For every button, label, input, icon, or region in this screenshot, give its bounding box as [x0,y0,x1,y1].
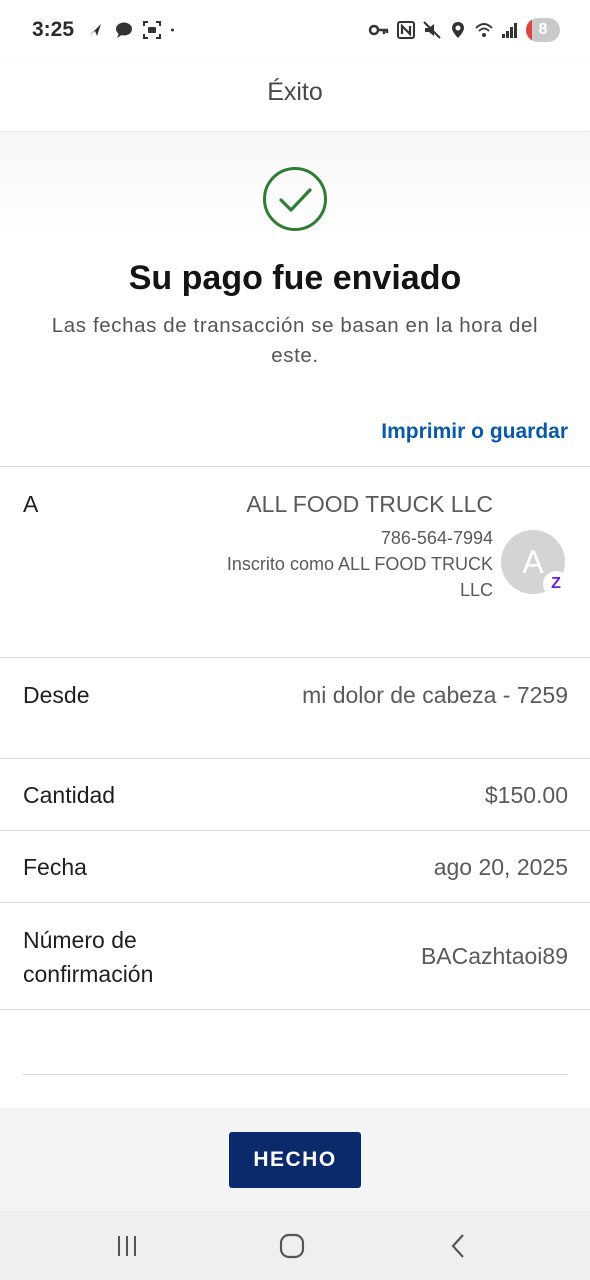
done-button[interactable]: HECHO [229,1132,361,1188]
recipient-enrolled: Inscrito como ALL FOOD TRUCK LLC [226,554,493,600]
recipient-row: A ALL FOOD TRUCK LLC 786-564-7994 Inscri… [0,466,590,657]
confirmation-label: Número de confirmación [23,927,154,987]
chat-icon [116,22,132,38]
from-value: mi dolor de cabeza - 7259 [302,682,568,708]
recipient-phone: 786-564-7994 [380,528,493,548]
date-row: Fecha ago 20, 2025 [0,830,590,902]
app-header: Éxito [0,60,590,132]
print-or-save-link[interactable]: Imprimir o guardar [381,420,568,444]
system-nav-bar [0,1211,590,1280]
from-row: Desde mi dolor de cabeza - 7259 [0,657,590,758]
home-icon [279,1233,305,1259]
status-time: 3:25 [32,18,75,41]
key-icon [368,24,389,36]
date-value: ago 20, 2025 [433,854,568,880]
back-button[interactable] [443,1231,473,1261]
recipient-info: ALL FOOD TRUCK LLC 786-564-7994 Inscrito… [213,487,493,603]
mute-icon [423,21,441,39]
battery-icon: 8 [526,18,560,42]
recent-apps-button[interactable] [112,1231,142,1261]
amount-value: $150.00 [484,782,568,808]
divider [0,1009,590,1010]
confirmation-row: Número de confirmación BACazhtaoi89 [0,902,590,1009]
success-title: Su pago fue enviado [128,259,462,297]
back-icon [451,1234,464,1258]
status-left-icons [86,18,180,42]
zelle-icon: Z [543,571,569,597]
wifi-icon [475,23,493,37]
amount-label: Cantidad [23,782,116,808]
footer: HECHO [0,1108,590,1211]
success-subtitle: Las fechas de transacción se basan en la… [51,314,539,367]
divider [23,1074,568,1075]
dot-icon [171,28,174,32]
navigation-icon [90,24,101,36]
recipient-name: ALL FOOD TRUCK LLC [246,491,493,517]
battery-level: 8 [538,21,548,38]
confirmation-value: BACazhtaoi89 [420,943,568,969]
success-section: Su pago fue enviado Las fechas de transa… [0,133,590,467]
nfc-icon [397,21,415,39]
signal-icon [502,23,517,38]
check-circle-icon [263,167,327,231]
page-title: Éxito [267,78,323,106]
status-bar: 3:25 8 [0,0,590,60]
recipient-label: A [23,491,39,517]
recent-apps-icon [118,1236,136,1256]
date-label: Fecha [23,854,87,880]
amount-row: Cantidad $150.00 [0,758,590,830]
location-icon [452,22,464,38]
home-button[interactable] [277,1231,307,1261]
status-right-icons: 8 [368,17,560,43]
from-label: Desde [23,682,90,708]
screenshot-icon [143,21,161,39]
